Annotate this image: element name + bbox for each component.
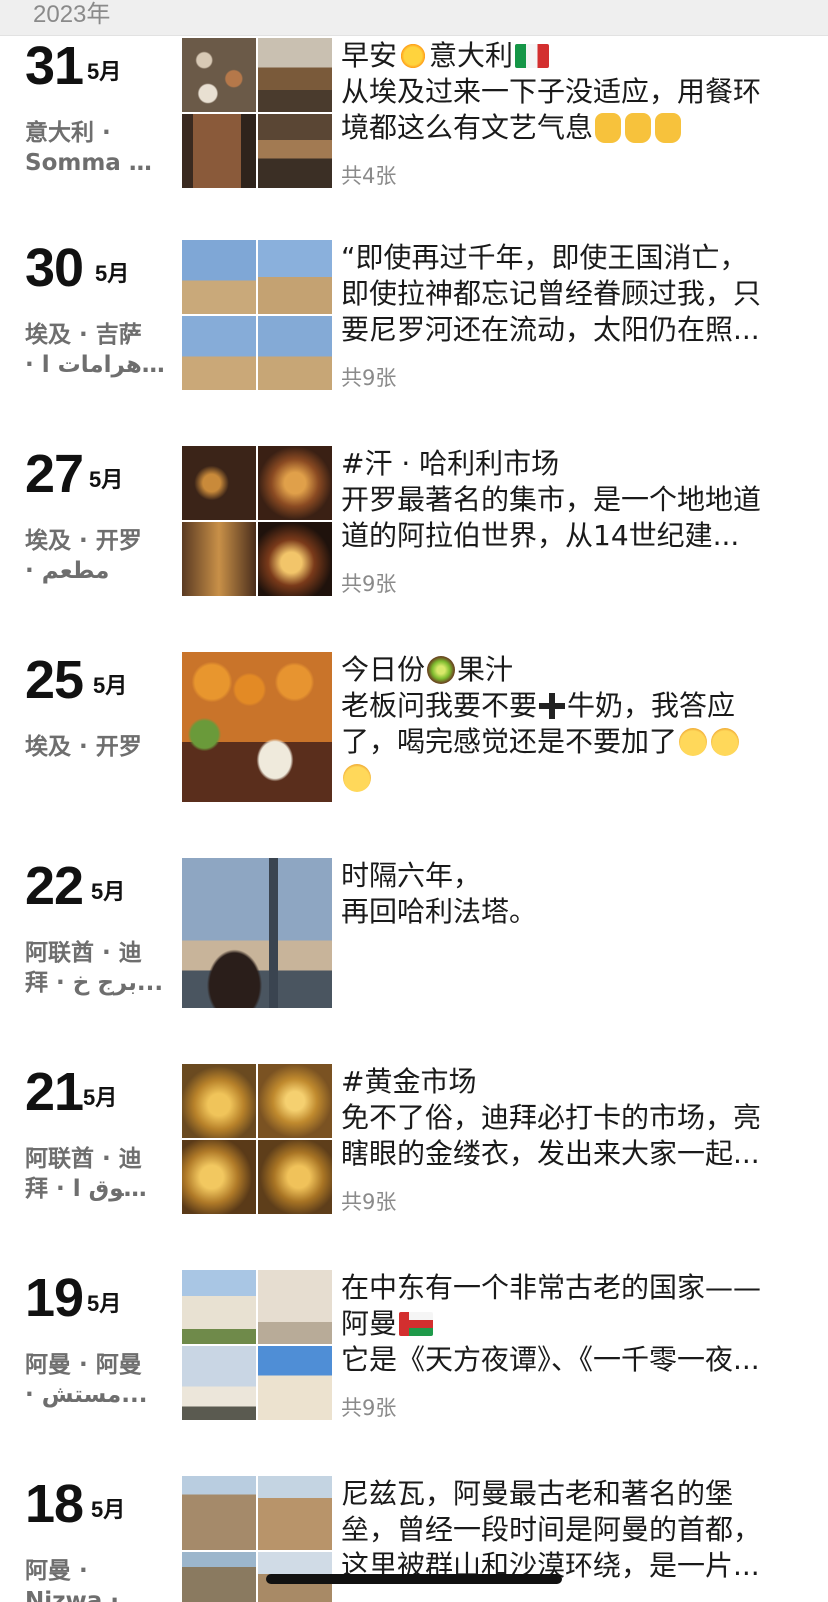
entry-text: 在中东有一个非常古老的国家—— 阿曼 它是《天方夜谭》、《一千零一夜... [341, 1271, 762, 1376]
photo-thumbnail[interactable] [182, 652, 332, 802]
photo-thumbnail[interactable] [182, 1476, 256, 1550]
entry-text: 今日份 果汁 老板问我要不要 牛奶，我答应 了，喝完感觉还是不要加了 [341, 652, 803, 796]
photo-grid[interactable] [182, 858, 332, 1008]
location-label: 埃及 · 开罗 [25, 734, 142, 760]
sun-emoji-icon [399, 42, 428, 70]
kiwi-emoji-icon [427, 656, 456, 684]
timeline-entry[interactable]: 27 5月 埃及 · 开罗 · مطعم #汗 · 哈利利市场 开罗最著名的集市… [0, 446, 828, 646]
photo-grid[interactable] [182, 1064, 332, 1214]
flushed-face-icon [343, 764, 371, 792]
month-label: 5月 [87, 1291, 122, 1316]
photo-thumbnail[interactable] [258, 522, 332, 596]
month-label: 5月 [95, 261, 130, 286]
entry-text: #黄金市场 免不了俗，迪拜必打卡的市场，亮 瞎眼的金缕衣，发出来大家一起... [341, 1065, 762, 1170]
photo-thumbnail[interactable] [258, 1140, 332, 1214]
photo-count: 共9张 [341, 1190, 397, 1214]
photo-grid[interactable] [182, 240, 332, 390]
italy-flag-icon [515, 44, 550, 68]
location-label: 阿联酋 · 迪 拜 · سوق ا... [25, 1146, 165, 1202]
year-header: 2023年 [0, 0, 828, 36]
location-label: 埃及 · 吉萨 · أهرامات ا... [25, 322, 165, 378]
photo-thumbnail[interactable] [258, 1346, 332, 1420]
photo-thumbnail[interactable] [182, 38, 256, 112]
entry-text: 早安 意大利 从埃及过来一下子没适应，用餐环 境都这么有文艺气息 [341, 39, 762, 144]
photo-grid[interactable] [182, 1270, 332, 1420]
timeline-entry[interactable]: 21 5月 阿联酋 · 迪 拜 · سوق ا... #黄金市场 免不了俗，迪拜… [0, 1064, 828, 1264]
photo-grid[interactable] [182, 38, 332, 188]
photo-count: 共4张 [341, 164, 397, 188]
day-number: 25 [25, 650, 84, 710]
flushed-face-icon [711, 728, 740, 756]
photo-count: 共9张 [341, 572, 397, 596]
month-label: 5月 [91, 1497, 126, 1522]
photo-thumbnail[interactable] [258, 316, 332, 390]
photo-thumbnail[interactable] [182, 1552, 256, 1602]
photo-count: 共9张 [341, 1396, 397, 1420]
photo-thumbnail[interactable] [182, 1346, 256, 1420]
month-label: 5月 [93, 673, 128, 698]
photo-thumbnail[interactable] [258, 1476, 332, 1550]
oman-flag-icon [399, 1312, 434, 1336]
month-label: 5月 [89, 467, 124, 492]
photo-thumbnail[interactable] [258, 38, 332, 112]
month-label: 5月 [87, 59, 122, 84]
entry-text: 尼兹瓦，阿曼最古老和著名的堡 垒，曾经一段时间是阿曼的首都， 这里被群山和沙漠环… [341, 1477, 762, 1582]
location-label: 意大利 · Somma L... [25, 120, 165, 176]
location-label: 埃及 · 开罗 · مطعم [25, 528, 142, 584]
photo-thumbnail[interactable] [182, 446, 256, 520]
year-label: 2023年 [33, 1, 111, 28]
day-number: 27 [25, 444, 84, 504]
day-number: 18 [25, 1476, 84, 1534]
photo-thumbnail[interactable] [258, 1064, 332, 1138]
photo-thumbnail[interactable] [182, 316, 256, 390]
day-number: 31 [25, 36, 84, 96]
photo-grid[interactable] [182, 652, 332, 802]
photo-thumbnail[interactable] [258, 240, 332, 314]
timeline-entry[interactable]: 30 5月 埃及 · 吉萨 · أهرامات ا... “即使再过千年，即使王… [0, 240, 828, 440]
timeline-entry[interactable]: 19 5月 阿曼 · 阿曼 · مستش... 在中东有一个非常古老的国家—— … [0, 1270, 828, 1470]
location-label: 阿曼 · 阿曼 · مستش... [25, 1352, 148, 1408]
month-label: 5月 [83, 1085, 118, 1110]
entry-text: 时隔六年， 再回哈利法塔。 [341, 859, 538, 928]
photo-thumbnail[interactable] [258, 1270, 332, 1344]
photo-thumbnail[interactable] [182, 114, 256, 188]
photo-thumbnail[interactable] [182, 1270, 256, 1344]
photo-grid[interactable] [182, 446, 332, 596]
photo-thumbnail[interactable] [182, 858, 332, 1008]
photo-thumbnail[interactable] [182, 1140, 256, 1214]
victory-hand-icon [655, 113, 682, 143]
photo-thumbnail[interactable] [258, 114, 332, 188]
location-label: 阿曼 · Nizwa · ق... [25, 1558, 165, 1602]
home-indicator[interactable] [266, 1574, 562, 1584]
timeline-entry[interactable]: 25 5月 埃及 · 开罗 今日份 果汁 老板问我要不要 牛奶，我答应 了，喝完感觉… [0, 652, 828, 852]
day-number: 21 [25, 1062, 84, 1122]
day-number: 30 [25, 238, 84, 298]
photo-thumbnail[interactable] [182, 240, 256, 314]
plus-icon [539, 693, 566, 719]
flushed-face-icon [679, 728, 708, 756]
photo-thumbnail[interactable] [182, 1064, 256, 1138]
timeline-entry[interactable]: 22 5月 阿联酋 · 迪 拜 · برج خ... 时隔六年， 再回哈利法塔。 [0, 858, 828, 1058]
photo-count: 共9张 [341, 366, 397, 390]
entry-text: #汗 · 哈利利市场 开罗最著名的集市，是一个地地道 道的阿拉伯世界，从14世纪… [341, 447, 762, 552]
month-label: 5月 [91, 879, 126, 904]
victory-hand-icon [625, 113, 652, 143]
day-number: 19 [25, 1268, 84, 1328]
entry-text: “即使再过千年，即使王国消亡， 即使拉神都忘记曾经眷顾过我，只 要尼罗河还在流动… [341, 241, 762, 346]
location-label: 阿联酋 · 迪 拜 · برج خ... [25, 940, 164, 996]
photo-thumbnail[interactable] [182, 522, 256, 596]
timeline-entry[interactable]: 31 5月 意大利 · Somma L... 早安 意大利 从埃及过来一下子没适应… [0, 38, 828, 238]
day-number: 22 [25, 856, 84, 916]
victory-hand-icon [595, 113, 622, 143]
photo-thumbnail[interactable] [258, 446, 332, 520]
